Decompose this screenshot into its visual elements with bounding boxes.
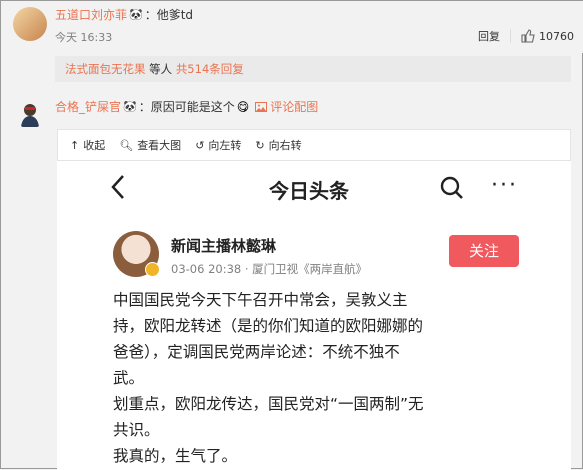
image-link[interactable]: 评论配图 xyxy=(255,98,318,115)
view-large-button[interactable]: 🔍︎ 查看大图 xyxy=(119,137,181,153)
yum-emoji: 😋 xyxy=(236,99,250,114)
reply-count-link[interactable]: 共514条回复 xyxy=(176,62,244,76)
comment-username[interactable]: 五道口刘亦菲 xyxy=(55,6,127,23)
follow-button[interactable]: 关注 xyxy=(449,235,519,267)
panda-emoji: 🐼 xyxy=(123,100,137,113)
body-line: 共识。 xyxy=(113,421,160,439)
like-count: 10760 xyxy=(539,29,574,43)
arrow-up-icon: ↑ xyxy=(70,138,80,152)
verified-icon xyxy=(145,262,160,277)
reply-summary: 法式面包无花果 等人 共514条回复 xyxy=(55,56,571,82)
avatar-icon xyxy=(21,104,39,127)
rotate-right-label: 向右转 xyxy=(268,139,302,152)
comment-username[interactable]: 合格_铲屎官 xyxy=(55,98,121,115)
image-icon xyxy=(255,101,268,112)
panda-emoji: 🐼 xyxy=(129,8,143,21)
body-line: 持，欧阳龙转述（是的你们知道的欧阳娜娜的 xyxy=(113,317,424,335)
like-button[interactable]: 10760 xyxy=(521,29,574,43)
rotate-right-icon: ↻ xyxy=(255,138,265,152)
rotate-right-button[interactable]: ↻ 向右转 xyxy=(255,137,301,153)
body-line: 武。 xyxy=(113,369,145,387)
more-icon: ··· xyxy=(491,173,518,198)
image-toolbar: ↑ 收起 🔍︎ 查看大图 ↺ 向左转 ↻ 向右转 xyxy=(57,129,571,161)
reply-button[interactable]: 回复 xyxy=(478,28,500,44)
back-icon xyxy=(111,175,124,199)
comment-text: ：他爹td xyxy=(144,8,194,22)
image-link-label: 评论配图 xyxy=(270,100,319,114)
comment-1: 五道口刘亦菲 🐼 ：他爹td 今天 16:33 回复 10760 xyxy=(1,1,583,53)
divider xyxy=(510,29,511,43)
reply-user-link[interactable]: 法式面包无花果 xyxy=(65,62,146,76)
app-title: 今日头条 xyxy=(269,179,349,203)
thumbs-up-icon xyxy=(521,29,535,43)
body-line: 划重点，欧阳龙传达，国民党对“一国两制”无 xyxy=(113,395,424,413)
post-meta: 03-06 20:38 · 厦门卫视《两岸直航》 xyxy=(171,262,368,276)
search-icon xyxy=(440,176,463,199)
rotate-left-button[interactable]: ↺ 向左转 xyxy=(195,137,241,153)
avatar[interactable] xyxy=(15,99,45,129)
post-body: 中国国民党今天下午召开中常会，吴敦义主 持，欧阳龙转述（是的你们知道的欧阳娜娜的… xyxy=(113,287,553,469)
body-line: 爸爸），定调国民党两岸论述：不统不独不 xyxy=(113,343,400,361)
rotate-left-icon: ↺ xyxy=(195,138,205,152)
comment-text: ：原因可能是这个 xyxy=(138,100,235,114)
collapse-button[interactable]: ↑ 收起 xyxy=(70,137,105,153)
avatar[interactable] xyxy=(13,7,47,41)
view-large-label: 查看大图 xyxy=(137,139,182,152)
comment-image[interactable]: 今日头条 ··· 新闻主播林懿琳 03-06 20:38 · 厦门卫视《两岸直航… xyxy=(57,161,571,470)
comment-time: 今天 16:33 xyxy=(55,31,113,44)
body-line: 我真的，生气了。 xyxy=(113,447,238,465)
collapse-label: 收起 xyxy=(83,139,106,152)
rotate-left-label: 向左转 xyxy=(208,139,242,152)
reply-middle-text: 等人 xyxy=(145,62,176,76)
magnify-icon: 🔍︎ xyxy=(119,138,134,152)
body-line: 中国国民党今天下午召开中常会，吴敦义主 xyxy=(113,291,408,309)
author-name: 新闻主播林懿琳 xyxy=(171,237,277,255)
